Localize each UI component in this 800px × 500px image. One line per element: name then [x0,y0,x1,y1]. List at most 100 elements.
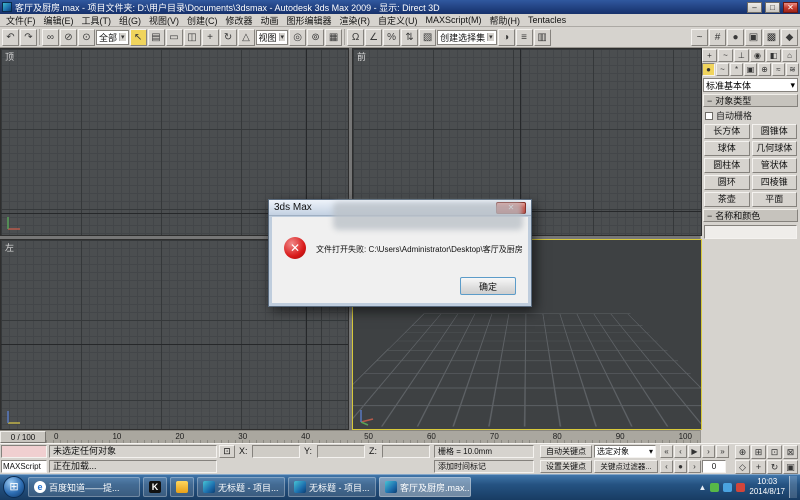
unlink-selection-icon[interactable]: ⊘ [60,29,77,46]
schematic-view-icon[interactable]: # [709,29,726,46]
window-crossing-icon[interactable]: ◫ [184,29,201,46]
zoom-all-icon[interactable]: ⊞ [751,445,766,459]
menu-help[interactable]: 帮助(H) [486,14,525,27]
menu-group[interactable]: 组(G) [115,14,145,27]
taskbar-item-current-file[interactable]: 客厅及厨房.max... [379,477,471,497]
align-icon[interactable]: ≡ [516,29,533,46]
tab-utilities[interactable]: ⌂ [782,49,797,62]
curve-editor-icon[interactable]: ~ [691,29,708,46]
primitive-button[interactable]: 长方体 [704,124,750,139]
angle-snap-icon[interactable]: ∠ [365,29,382,46]
quick-render-icon[interactable]: ◆ [781,29,798,46]
menu-graph-editors[interactable]: 图形编辑器 [283,14,336,27]
selection-filter-dropdown[interactable]: 全部▾ [96,30,129,45]
menu-edit[interactable]: 编辑(E) [40,14,78,27]
select-and-move-icon[interactable]: + [202,29,219,46]
menu-tools[interactable]: 工具(T) [78,14,116,27]
key-selection-dropdown[interactable]: 选定对象 ▾ [594,445,656,458]
auto-key-button[interactable]: 自动关键点 [540,445,592,458]
z-coord-field[interactable] [382,445,430,458]
menu-create[interactable]: 创建(C) [183,14,222,27]
spinner-snap-icon[interactable]: ⇅ [401,29,418,46]
tab-create[interactable]: + [702,49,717,62]
edit-named-selection-sets-icon[interactable]: ▧ [419,29,436,46]
key-mode-toggle[interactable]: ● [674,460,687,473]
previous-frame-button[interactable]: ‹ [674,445,687,458]
category-cameras-icon[interactable]: ▣ [744,63,757,76]
category-systems-icon[interactable]: ≋ [786,63,799,76]
play-button[interactable]: ▶ [688,445,701,458]
taskbar-item-browser[interactable]: e 百度知道——提... [28,477,140,497]
viewport-front-label[interactable]: 前 [357,50,366,63]
category-helpers-icon[interactable]: ⊕ [758,63,771,76]
select-and-manipulate-icon[interactable]: ⊚ [307,29,324,46]
menu-animation[interactable]: 动画 [257,14,283,27]
primitive-button[interactable]: 圆环 [704,175,750,190]
primitive-button[interactable]: 圆柱体 [704,158,750,173]
tab-modify[interactable]: ~ [718,49,733,62]
menu-views[interactable]: 视图(V) [145,14,183,27]
tray-expand-icon[interactable]: ▲ [698,483,706,492]
mirror-icon[interactable]: ◑ [498,29,515,46]
tab-display[interactable]: ◧ [766,49,781,62]
percent-snap-icon[interactable]: % [383,29,400,46]
redo-icon[interactable]: ↷ [20,29,37,46]
select-by-name-icon[interactable]: ▤ [148,29,165,46]
tab-motion[interactable]: ◉ [750,49,765,62]
close-button[interactable]: ✕ [783,2,798,13]
zoom-extents-icon[interactable]: ⊡ [767,445,782,459]
tab-hierarchy[interactable]: ⊥ [734,49,749,62]
macro-recorder-pane[interactable] [1,445,47,458]
next-frame-button[interactable]: › [702,445,715,458]
menu-tentacles[interactable]: Tentacles [524,15,570,25]
add-time-tag[interactable]: 添加时间标记 [434,460,534,473]
material-editor-icon[interactable]: ● [727,29,744,46]
menu-modifiers[interactable]: 修改器 [222,14,257,27]
error-dialog-titlebar[interactable]: 3ds Max ✕ [269,200,531,216]
primitive-button[interactable]: 茶壶 [704,192,750,207]
named-selection-set-dropdown[interactable]: 创建选择集▾ [437,30,497,45]
field-of-view-icon[interactable]: ◇ [735,460,750,474]
select-and-scale-icon[interactable]: △ [238,29,255,46]
go-to-start-button[interactable]: « [660,445,673,458]
menu-file[interactable]: 文件(F) [2,14,40,27]
rollout-object-type[interactable]: − 对象类型 [703,94,798,107]
rollout-name-color[interactable]: − 名称和颜色 [703,209,798,222]
orbit-icon[interactable]: ↻ [767,460,782,474]
selection-region-icon[interactable]: ▭ [166,29,183,46]
undo-icon[interactable]: ↶ [2,29,19,46]
minimize-button[interactable]: – [747,2,762,13]
dialog-close-button[interactable]: ✕ [496,202,526,214]
key-filters-button[interactable]: 关键点过滤器... [594,460,658,473]
start-button[interactable]: ⊞ [3,476,25,498]
time-slider-handle[interactable]: 0 / 100 [0,431,46,443]
category-shapes-icon[interactable]: ~ [716,63,729,76]
taskbar-item-untitled-1[interactable]: 无标题 - 项目... [197,477,285,497]
tray-network-icon[interactable] [723,483,732,492]
select-and-link-icon[interactable]: ∞ [42,29,59,46]
category-geometry-icon[interactable]: ● [702,63,715,76]
current-frame-field[interactable]: 0 [702,460,726,473]
menu-rendering[interactable]: 渲染(R) [336,14,375,27]
pan-icon[interactable]: + [751,460,766,474]
frame-ruler[interactable]: 0 10 20 30 40 50 60 70 80 90 100 [46,431,700,443]
x-coord-field[interactable] [252,445,300,458]
y-coord-field[interactable] [317,445,365,458]
previous-key-button[interactable]: ‹ [660,460,673,473]
select-and-rotate-icon[interactable]: ↻ [220,29,237,46]
selection-lock-toggle[interactable]: ⊡ [219,445,235,458]
use-pivot-center-icon[interactable]: ◎ [289,29,306,46]
category-space-warps-icon[interactable]: ≈ [772,63,785,76]
maximize-viewport-icon[interactable]: ▣ [783,460,798,474]
next-key-button[interactable]: › [688,460,701,473]
object-name-field[interactable] [704,225,797,239]
primitive-class-dropdown[interactable]: 标准基本体 ▾ [703,78,798,92]
set-key-button[interactable]: 设置关键点 [540,460,592,473]
primitive-button[interactable]: 几何球体 [752,141,798,156]
snap-toggle-3d-icon[interactable]: Ω [347,29,364,46]
zoom-extents-all-icon[interactable]: ⊠ [783,445,798,459]
menu-maxscript[interactable]: MAXScript(M) [422,15,486,25]
reference-coordinate-dropdown[interactable]: 视图▾ [256,30,289,45]
maxscript-listener-pane[interactable]: MAXScript [1,460,47,473]
go-to-end-button[interactable]: » [716,445,729,458]
